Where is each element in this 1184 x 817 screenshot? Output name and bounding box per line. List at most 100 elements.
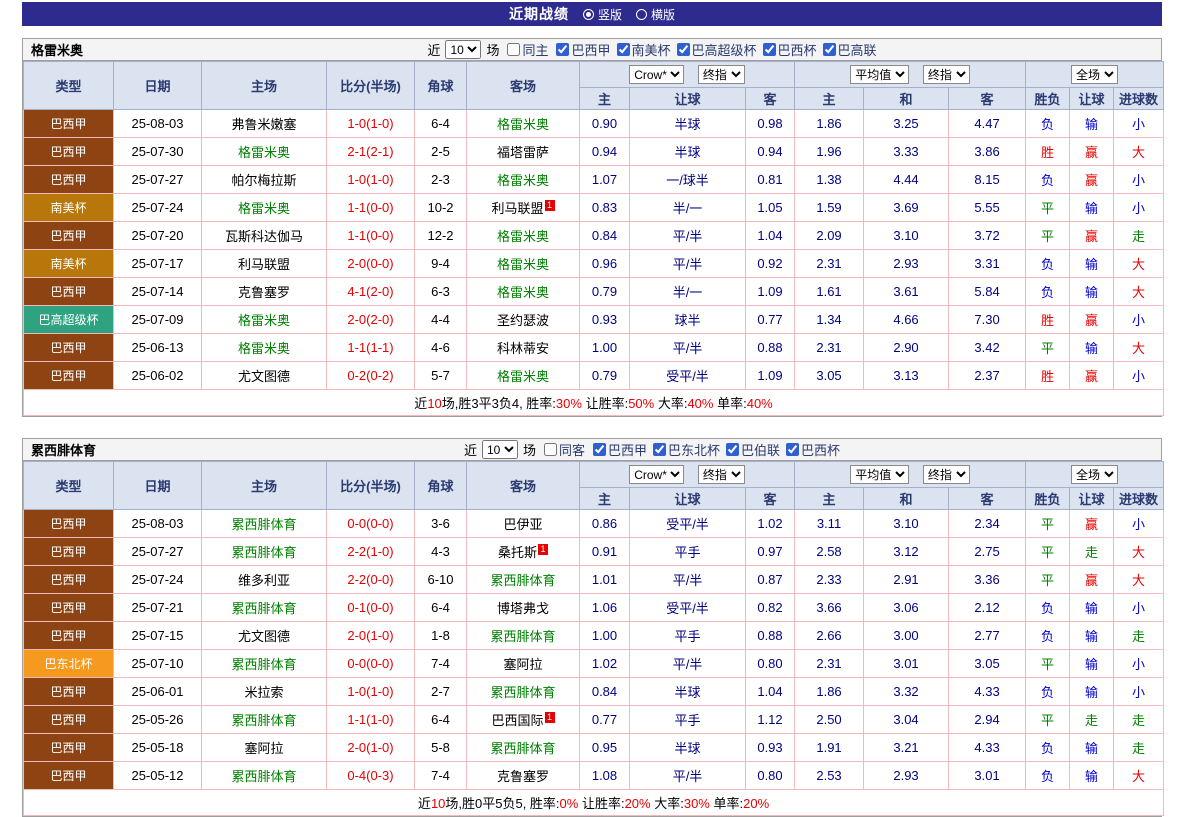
home-team[interactable]: 弗鲁米嫩塞 <box>202 110 327 138</box>
match-count-select[interactable]: 10 <box>482 440 518 459</box>
team-link[interactable]: 克鲁塞罗 <box>497 769 549 784</box>
away-team[interactable]: 累西腓体育 <box>467 622 580 650</box>
away-team[interactable]: 塞阿拉 <box>467 650 580 678</box>
team-link[interactable]: 累西腓体育 <box>490 741 555 756</box>
team-link[interactable]: 尤文图德 <box>238 629 290 644</box>
team-link[interactable]: 格雷米奥 <box>238 201 290 216</box>
away-team[interactable]: 科林蒂安 <box>467 334 580 362</box>
team-link[interactable]: 米拉索 <box>244 685 283 700</box>
team-link[interactable]: 格雷米奥 <box>497 285 549 300</box>
away-team[interactable]: 累西腓体育 <box>467 566 580 594</box>
same-venue-checkbox[interactable] <box>507 43 520 56</box>
away-team[interactable]: 巴西国际1 <box>467 706 580 734</box>
team-link[interactable]: 巴西国际 <box>491 713 543 728</box>
league-filter[interactable]: 南美杯 <box>617 40 671 59</box>
league-checkbox[interactable] <box>726 443 739 456</box>
league-checkbox[interactable] <box>593 443 606 456</box>
team-link[interactable]: 圣约瑟波 <box>497 313 549 328</box>
handicap-stage-select[interactable]: 终指 <box>698 465 745 484</box>
team-link[interactable]: 帕尔梅拉斯 <box>231 173 296 188</box>
team-link[interactable]: 累西腓体育 <box>231 769 296 784</box>
scope-select[interactable]: 全场 <box>1071 465 1118 484</box>
away-team[interactable]: 格雷米奥 <box>467 362 580 390</box>
team-link[interactable]: 桑托斯 <box>498 545 537 560</box>
home-team[interactable]: 维多利亚 <box>202 566 327 594</box>
away-team[interactable]: 博塔弗戈 <box>467 594 580 622</box>
away-team[interactable]: 格雷米奥 <box>467 166 580 194</box>
handicap-stage-select[interactable]: 终指 <box>698 65 745 84</box>
away-team[interactable]: 利马联盟1 <box>467 194 580 222</box>
home-team[interactable]: 尤文图德 <box>202 622 327 650</box>
team-link[interactable]: 利马联盟 <box>491 201 543 216</box>
home-team[interactable]: 帕尔梅拉斯 <box>202 166 327 194</box>
team-link[interactable]: 格雷米奥 <box>497 229 549 244</box>
layout-radio-vertical[interactable]: 竖版 <box>583 6 622 23</box>
team-link[interactable]: 巴伊亚 <box>503 517 542 532</box>
home-team[interactable]: 累西腓体育 <box>202 762 327 790</box>
home-team[interactable]: 累西腓体育 <box>202 706 327 734</box>
home-team[interactable]: 累西腓体育 <box>202 594 327 622</box>
team-link[interactable]: 尤文图德 <box>238 369 290 384</box>
match-count-select[interactable]: 10 <box>445 40 481 59</box>
away-team[interactable]: 圣约瑟波 <box>467 306 580 334</box>
league-filter[interactable]: 巴高超级杯 <box>677 40 757 59</box>
team-link[interactable]: 格雷米奥 <box>238 313 290 328</box>
bookmaker-select[interactable]: Crow* <box>629 65 684 84</box>
away-team[interactable]: 桑托斯1 <box>467 538 580 566</box>
away-team[interactable]: 巴伊亚 <box>467 510 580 538</box>
away-team[interactable]: 克鲁塞罗 <box>467 762 580 790</box>
team-link[interactable]: 累西腓体育 <box>231 657 296 672</box>
home-team[interactable]: 尤文图德 <box>202 362 327 390</box>
bookmaker-select[interactable]: Crow* <box>629 465 684 484</box>
team-link[interactable]: 累西腓体育 <box>490 685 555 700</box>
away-team[interactable]: 格雷米奥 <box>467 278 580 306</box>
team-link[interactable]: 福塔雷萨 <box>497 145 549 160</box>
scope-select[interactable]: 全场 <box>1071 65 1118 84</box>
away-team[interactable]: 格雷米奥 <box>467 222 580 250</box>
same-venue-checkbox[interactable] <box>544 443 557 456</box>
league-checkbox[interactable] <box>556 43 569 56</box>
team-link[interactable]: 克鲁塞罗 <box>238 285 290 300</box>
league-checkbox[interactable] <box>823 43 836 56</box>
home-team[interactable]: 格雷米奥 <box>202 194 327 222</box>
layout-radio-horizontal[interactable]: 横版 <box>636 6 675 23</box>
home-team[interactable]: 格雷米奥 <box>202 334 327 362</box>
europe-stage-select[interactable]: 终指 <box>923 65 970 84</box>
league-filter[interactable]: 巴伯联 <box>726 440 780 459</box>
team-link[interactable]: 博塔弗戈 <box>497 601 549 616</box>
team-link[interactable]: 格雷米奥 <box>497 173 549 188</box>
team-link[interactable]: 格雷米奥 <box>238 341 290 356</box>
team-link[interactable]: 累西腓体育 <box>231 713 296 728</box>
team-link[interactable]: 格雷米奥 <box>497 117 549 132</box>
league-filter[interactable]: 巴西杯 <box>763 40 817 59</box>
team-link[interactable]: 科林蒂安 <box>497 341 549 356</box>
team-link[interactable]: 格雷米奥 <box>497 369 549 384</box>
team-link[interactable]: 累西腓体育 <box>231 601 296 616</box>
home-team[interactable]: 利马联盟 <box>202 250 327 278</box>
same-venue-filter[interactable]: 同客 <box>544 440 585 459</box>
home-team[interactable]: 瓦斯科达伽马 <box>202 222 327 250</box>
team-link[interactable]: 累西腓体育 <box>490 573 555 588</box>
home-team[interactable]: 米拉索 <box>202 678 327 706</box>
away-team[interactable]: 格雷米奥 <box>467 110 580 138</box>
league-filter[interactable]: 巴西甲 <box>556 40 610 59</box>
team-link[interactable]: 格雷米奥 <box>238 145 290 160</box>
league-filter[interactable]: 巴西杯 <box>786 440 840 459</box>
home-team[interactable]: 格雷米奥 <box>202 138 327 166</box>
team-link[interactable]: 塞阿拉 <box>503 657 542 672</box>
team-link[interactable]: 塞阿拉 <box>244 741 283 756</box>
home-team[interactable]: 累西腓体育 <box>202 510 327 538</box>
team-link[interactable]: 累西腓体育 <box>490 629 555 644</box>
team-link[interactable]: 累西腓体育 <box>231 545 296 560</box>
league-checkbox[interactable] <box>653 443 666 456</box>
league-checkbox[interactable] <box>677 43 690 56</box>
same-venue-filter[interactable]: 同主 <box>507 40 548 59</box>
league-filter[interactable]: 巴西甲 <box>593 440 647 459</box>
team-link[interactable]: 瓦斯科达伽马 <box>225 229 303 244</box>
away-team[interactable]: 格雷米奥 <box>467 250 580 278</box>
home-team[interactable]: 塞阿拉 <box>202 734 327 762</box>
league-filter[interactable]: 巴东北杯 <box>653 440 720 459</box>
league-checkbox[interactable] <box>763 43 776 56</box>
league-checkbox[interactable] <box>786 443 799 456</box>
home-team[interactable]: 克鲁塞罗 <box>202 278 327 306</box>
